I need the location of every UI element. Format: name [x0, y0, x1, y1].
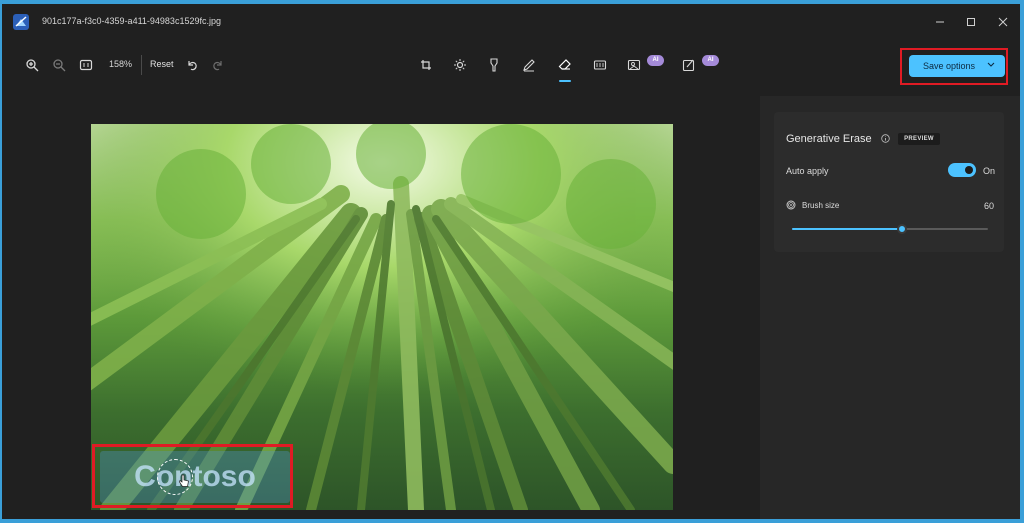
- photos-app-icon: [12, 13, 30, 31]
- filter-icon[interactable]: [484, 56, 504, 74]
- generative-erase-card: Generative Erase PREVIEW Auto apply On B…: [774, 112, 1004, 252]
- photos-app-window: 901c177a-f3c0-4359-a411-94983c1529fc.jpg…: [2, 4, 1020, 519]
- adjustment-icon[interactable]: [450, 56, 470, 74]
- zoom-out-icon[interactable]: [49, 56, 69, 74]
- slider-fill: [792, 228, 902, 230]
- toolbar-divider: [141, 55, 142, 75]
- close-button[interactable]: [993, 13, 1013, 31]
- image-canvas[interactable]: Contoso: [2, 94, 758, 519]
- erase-tool-icon[interactable]: [555, 56, 575, 74]
- maximize-button[interactable]: [961, 13, 981, 31]
- background-replace-icon[interactable]: [624, 56, 644, 74]
- brush-size-value: 60: [984, 201, 995, 211]
- minimize-button[interactable]: [930, 13, 950, 31]
- ai-badge: AI: [647, 55, 664, 66]
- markup-pen-icon[interactable]: [519, 56, 539, 74]
- brush-size-icon: [786, 200, 796, 210]
- reset-button[interactable]: Reset: [150, 59, 174, 69]
- zoom-in-icon[interactable]: [22, 56, 42, 74]
- info-icon[interactable]: [881, 134, 890, 143]
- restyle-image-icon[interactable]: [679, 56, 699, 74]
- background-blur-icon[interactable]: [590, 56, 610, 74]
- auto-apply-label: Auto apply: [786, 166, 829, 176]
- panel-title: Generative Erase: [786, 133, 872, 145]
- hand-pointer-icon: [179, 474, 189, 487]
- toolbar: 158% Reset AI AI Save options: [2, 40, 1020, 90]
- toggle-knob: [965, 166, 973, 174]
- zoom-level[interactable]: 158%: [109, 59, 132, 69]
- auto-apply-toggle[interactable]: [948, 163, 976, 177]
- save-options-button[interactable]: Save options: [909, 55, 1005, 77]
- undo-icon[interactable]: [182, 56, 202, 74]
- fit-to-window-icon[interactable]: [76, 56, 96, 74]
- slider-thumb[interactable]: [896, 224, 907, 234]
- auto-apply-state: On: [983, 166, 996, 176]
- brush-size-label: Brush size: [802, 201, 840, 210]
- brush-size-slider[interactable]: [792, 224, 988, 234]
- preview-badge: PREVIEW: [898, 133, 940, 145]
- title-bar: 901c177a-f3c0-4359-a411-94983c1529fc.jpg: [2, 4, 1020, 40]
- crop-icon[interactable]: [416, 56, 436, 74]
- ai-badge: AI: [702, 55, 719, 66]
- chevron-down-icon: [987, 62, 995, 67]
- save-options-label: Save options: [923, 61, 976, 71]
- redo-icon[interactable]: [208, 56, 228, 74]
- active-tool-indicator: [559, 80, 571, 82]
- window-title: 901c177a-f3c0-4359-a411-94983c1529fc.jpg: [42, 16, 221, 26]
